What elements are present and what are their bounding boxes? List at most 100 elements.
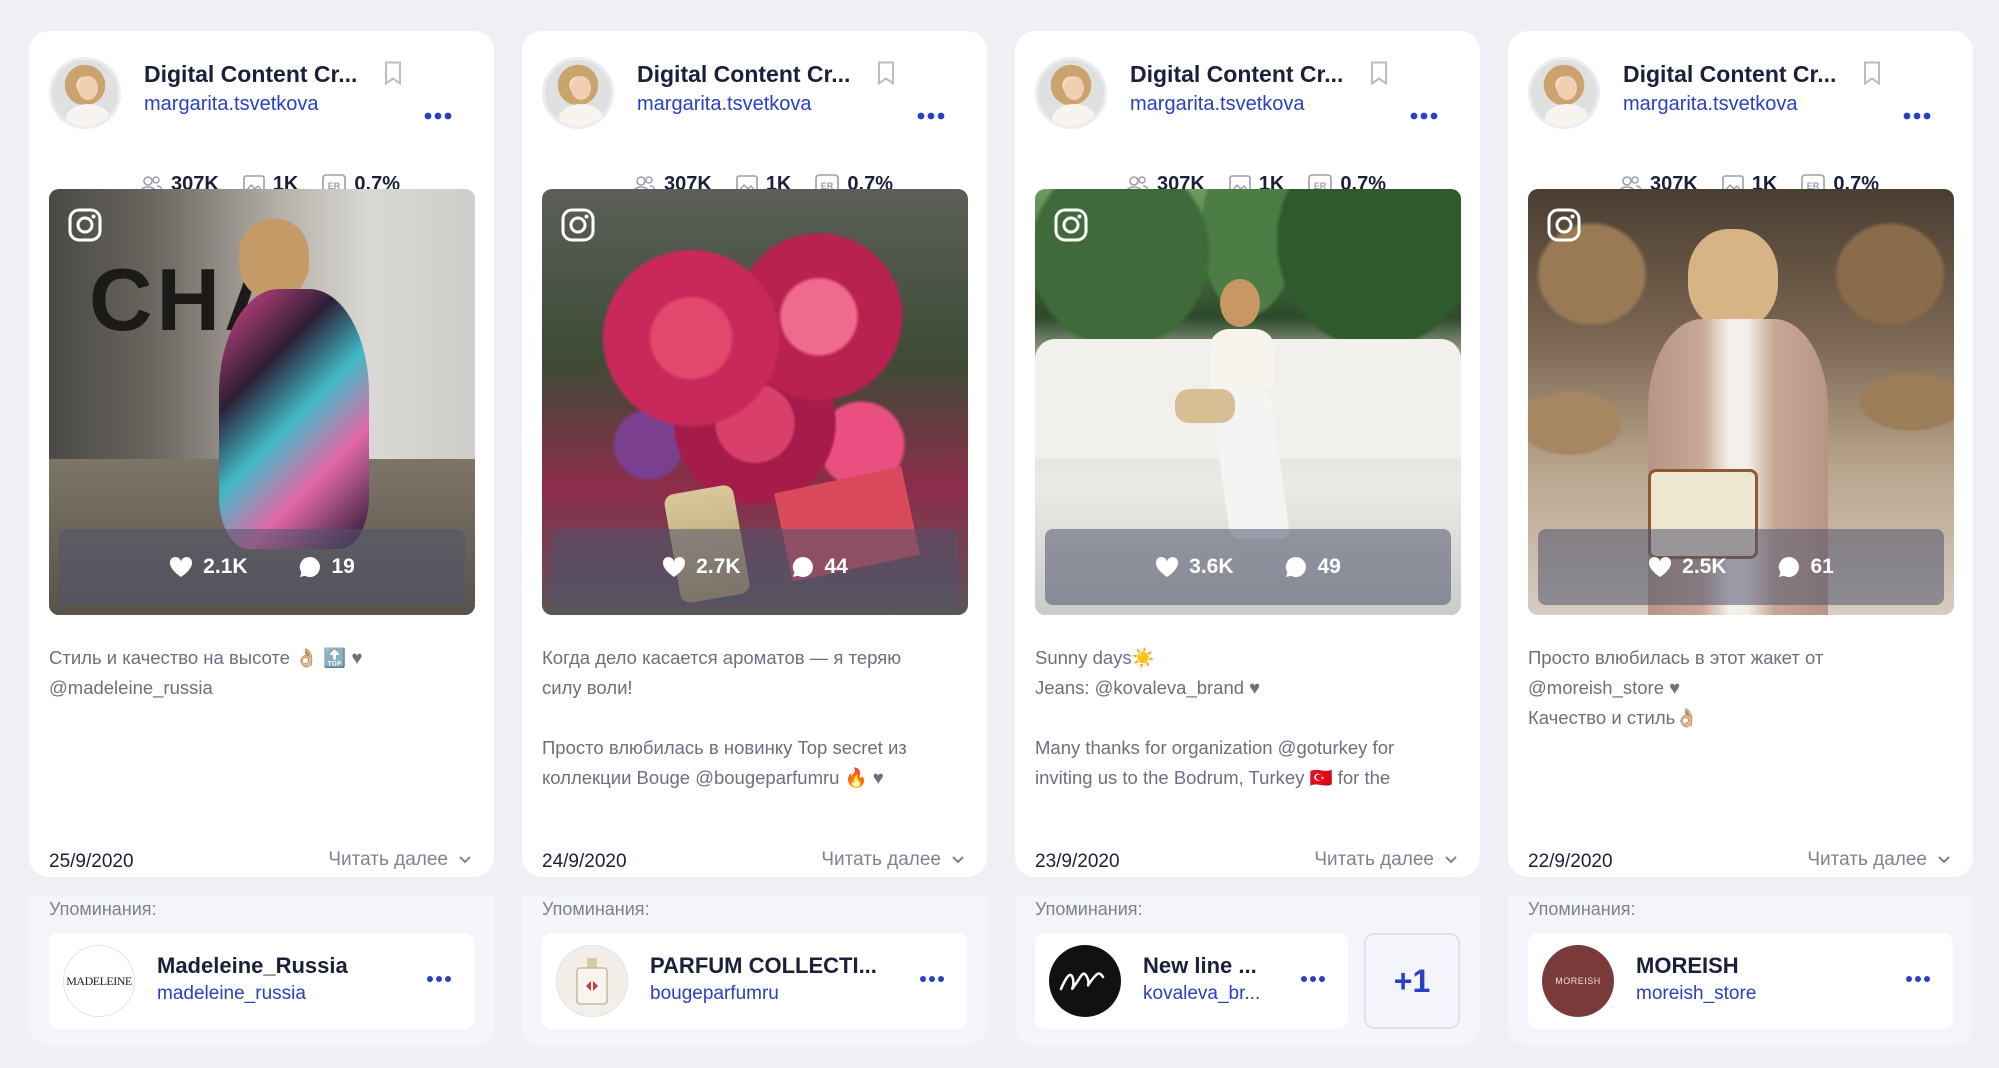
more-dots-icon[interactable] [423,111,453,121]
post-column-3: Digital Content Cr... margarita.tsvetkov… [1015,31,1480,1046]
mention-logo: MADELEINE [63,945,135,1017]
post-column-1: Digital Content Cr... margarita.tsvetkov… [29,31,494,1046]
post-caption: Когда дело касается ароматов — я теряю с… [542,647,907,788]
profile-handle[interactable]: margarita.tsvetkova [1130,93,1305,116]
likes-count: 3.6K [1189,555,1234,578]
avatar[interactable] [1035,57,1107,129]
heart-icon [1156,556,1179,577]
heart-icon [663,556,686,577]
post-date: 23/9/2020 [1035,851,1120,872]
bookmark-icon[interactable] [1370,61,1388,85]
mention-name: New line ... [1143,953,1257,978]
post-card[interactable]: Digital Content Cr... margarita.tsvetkov… [29,31,494,877]
post-date: 24/9/2020 [542,851,627,872]
mention-logo: MOREISH [1542,945,1614,1017]
more-dots-icon[interactable] [1409,111,1439,121]
engagement-overlay: 2.7K 44 [552,529,958,605]
comment-icon [1778,556,1799,577]
profile-handle[interactable]: margarita.tsvetkova [1623,93,1798,116]
post-date: 25/9/2020 [49,851,134,872]
instagram-icon [1547,208,1581,242]
comments-count: 49 [1317,555,1341,578]
avatar[interactable] [542,57,614,129]
avatar[interactable] [1528,57,1600,129]
post-photo[interactable]: 2.5K 61 [1528,189,1954,615]
mention-handle: kovaleva_br... [1143,983,1261,1004]
comments-count: 44 [824,555,848,578]
mention-name: Madeleine_Russia [157,953,348,978]
mention-card[interactable]: New line ... kovaleva_br... [1035,933,1348,1029]
mention-card[interactable]: MOREISH MOREISH moreish_store [1528,933,1953,1029]
post-card[interactable]: Digital Content Cr... margarita.tsvetkov… [522,31,987,877]
read-more-label: Читать далее [328,849,448,870]
mentions-label: Упоминания: [542,899,650,919]
read-more-label: Читать далее [821,849,941,870]
more-dots-icon[interactable] [919,975,945,983]
profile-name[interactable]: Digital Content Cr... [1130,61,1343,88]
more-mentions-button[interactable]: +1 [1364,933,1460,1029]
post-caption: Стиль и качество на высоте 👌🏼 🔝 ♥ @madel… [49,647,363,698]
heart-icon [1649,556,1672,577]
comments-count: 61 [1810,555,1834,578]
mentions-label: Упоминания: [49,899,157,919]
instagram-icon [1054,208,1088,242]
read-more-label: Читать далее [1807,849,1927,870]
mention-name: PARFUM COLLECTI... [650,953,877,978]
profile-name[interactable]: Digital Content Cr... [1623,61,1836,88]
bookmark-icon[interactable] [877,61,895,85]
read-more-label: Читать далее [1314,849,1434,870]
likes-count: 2.5K [1682,555,1727,578]
read-more-link[interactable]: Читать далее [1807,849,1951,871]
chevron-down-icon [459,856,471,864]
heart-icon [170,556,193,577]
mention-card[interactable]: PARFUM COLLECTI... bougeparfumru [542,933,967,1029]
engagement-overlay: 2.1K 19 [59,529,465,605]
bookmark-icon[interactable] [384,61,402,85]
mention-card[interactable]: MADELEINE Madeleine_Russia madeleine_rus… [49,933,474,1029]
post-photo[interactable]: CHA 2.1K 19 [49,189,475,615]
bookmark-icon[interactable] [1863,61,1881,85]
engagement-overlay: 3.6K 49 [1045,529,1451,605]
chevron-down-icon [1445,856,1457,864]
post-column-4: Digital Content Cr... margarita.tsvetkov… [1508,31,1973,1046]
post-card[interactable]: Digital Content Cr... margarita.tsvetkov… [1015,31,1480,877]
comment-icon [792,556,813,577]
more-dots-icon[interactable] [916,111,946,121]
post-card[interactable]: Digital Content Cr... margarita.tsvetkov… [1508,31,1973,877]
profile-handle[interactable]: margarita.tsvetkova [144,93,319,116]
post-caption: Sunny days☀️ Jeans: @kovaleva_brand ♥ Ma… [1035,647,1395,788]
brand-script-logo [1049,945,1121,1017]
instagram-icon [68,208,102,242]
post-photo[interactable]: 2.7K 44 [542,189,968,615]
more-dots-icon[interactable] [1300,975,1326,983]
more-dots-icon[interactable] [1905,975,1931,983]
avatar[interactable] [49,57,121,129]
mention-logo-text: MADELEINE [66,973,132,988]
comment-icon [299,556,320,577]
comments-count: 19 [331,555,355,578]
likes-count: 2.7K [696,555,741,578]
mentions-label: Упоминания: [1035,899,1143,919]
read-more-link[interactable]: Читать далее [328,849,472,871]
mention-handle: moreish_store [1636,983,1757,1004]
post-photo[interactable]: 3.6K 49 [1035,189,1461,615]
mention-logo-text: MOREISH [1555,976,1601,986]
more-dots-icon[interactable] [426,975,452,983]
instagram-icon [561,208,595,242]
read-more-link[interactable]: Читать далее [821,849,965,871]
post-column-2: Digital Content Cr... margarita.tsvetkov… [522,31,987,1046]
perfume-bottle-logo [556,945,628,1017]
mention-name: MOREISH [1636,953,1739,978]
mention-handle: madeleine_russia [157,983,306,1004]
mention-handle: bougeparfumru [650,983,779,1004]
post-caption: Просто влюбилась в этот жакет от @moreis… [1528,647,1824,728]
mentions-label: Упоминания: [1528,899,1636,919]
profile-handle[interactable]: margarita.tsvetkova [637,93,812,116]
read-more-link[interactable]: Читать далее [1314,849,1458,871]
profile-name[interactable]: Digital Content Cr... [637,61,850,88]
chevron-down-icon [1938,856,1950,864]
profile-name[interactable]: Digital Content Cr... [144,61,357,88]
post-date: 22/9/2020 [1528,851,1613,872]
chevron-down-icon [952,856,964,864]
more-dots-icon[interactable] [1902,111,1932,121]
